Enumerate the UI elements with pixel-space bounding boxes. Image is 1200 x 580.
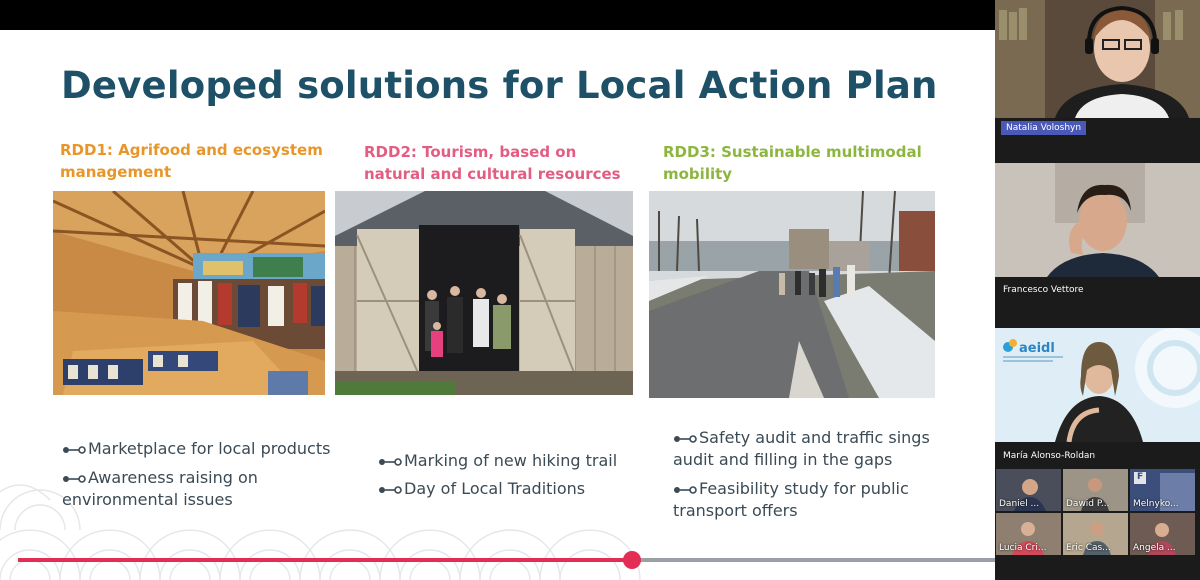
connector-icon [674, 434, 697, 443]
video-progress-bar[interactable] [18, 551, 995, 569]
heading-rdd1: RDD1: Agrifood and ecosystem management [60, 141, 323, 181]
participant-video [995, 0, 1200, 118]
connector-icon [63, 474, 86, 483]
bullet-feasibility-study: Feasibility study for public transport o… [673, 478, 973, 522]
heading-rdd2: RDD2: Tourism, based on natural and cult… [364, 143, 621, 183]
bullet-hiking-trail: Marking of new hiking trail [378, 450, 617, 472]
participant-thumbnail-eric[interactable]: Eric Cas... [1063, 513, 1128, 555]
bullet-safety-audit: Safety audit and traffic sings audit and… [673, 427, 973, 471]
participant-tile-maria[interactable]: aeidl María Alonso-Roldan [995, 328, 1200, 468]
participant-name: Francesco Vettore [1003, 285, 1084, 295]
participant-thumbnail-angela[interactable]: Angela ... [1130, 513, 1195, 555]
participant-video: aeidl [995, 328, 1200, 442]
participant-name: María Alonso-Roldan [1003, 451, 1096, 461]
bullet-text: Marketplace for local products [88, 439, 331, 458]
participant-initial: F [1137, 472, 1144, 482]
participant-name: Dawid P... [1066, 499, 1110, 509]
participant-name: Lucia Cri... [999, 543, 1047, 553]
aeidl-logo: aeidl [1019, 341, 1055, 356]
connector-icon [379, 485, 402, 494]
bullet-marketplace: Marketplace for local products [62, 438, 330, 460]
participant-name: Eric Cas... [1066, 543, 1111, 553]
wooden-barn-photo [335, 191, 633, 395]
bullet-awareness: Awareness raising on environmental issue… [62, 467, 342, 511]
participant-name: Melnyko... [1133, 499, 1179, 509]
presentation-slide: Developed solutions for Local Action Pla… [0, 30, 995, 580]
participant-thumbnail-lucia[interactable]: Lucia Cri... [996, 513, 1061, 555]
bullet-text: Feasibility study for public transport o… [673, 479, 909, 520]
participant-name: Daniel ... [999, 499, 1040, 509]
market-stall-photo [53, 191, 325, 395]
bullet-text: Safety audit and traffic sings audit and… [673, 428, 930, 469]
village-road-photo [649, 191, 935, 398]
participant-thumbnail-dawid[interactable]: Dawid P... [1063, 469, 1128, 511]
participant-thumbnail-daniel[interactable]: Daniel ... [996, 469, 1061, 511]
progress-scrubber-handle[interactable] [622, 551, 641, 569]
connector-icon [674, 485, 697, 494]
participant-tile-francesco[interactable]: Francesco Vettore [995, 163, 1200, 303]
participant-name: Natalia Voloshyn [1001, 121, 1087, 135]
bullet-text: Awareness raising on environmental issue… [62, 468, 258, 509]
progress-fill [18, 558, 632, 562]
participant-tile-natalia[interactable]: Natalia Voloshyn [995, 0, 1200, 140]
bullet-text: Day of Local Traditions [404, 479, 586, 498]
connector-icon [63, 445, 86, 454]
heading-rdd3: RDD3: Sustainable multimodal mobility [663, 143, 922, 183]
participant-video [995, 163, 1200, 277]
participant-name: Angela ... [1133, 543, 1176, 553]
bullet-local-traditions: Day of Local Traditions [378, 478, 585, 500]
slide-title: Developed solutions for Local Action Pla… [61, 64, 938, 107]
connector-icon [379, 457, 402, 466]
participants-panel: Natalia Voloshyn Francesco Vettore aeidl [995, 0, 1200, 580]
bullet-text: Marking of new hiking trail [404, 451, 618, 470]
participant-thumbnail-melnyko[interactable]: F Melnyko... [1130, 469, 1195, 511]
